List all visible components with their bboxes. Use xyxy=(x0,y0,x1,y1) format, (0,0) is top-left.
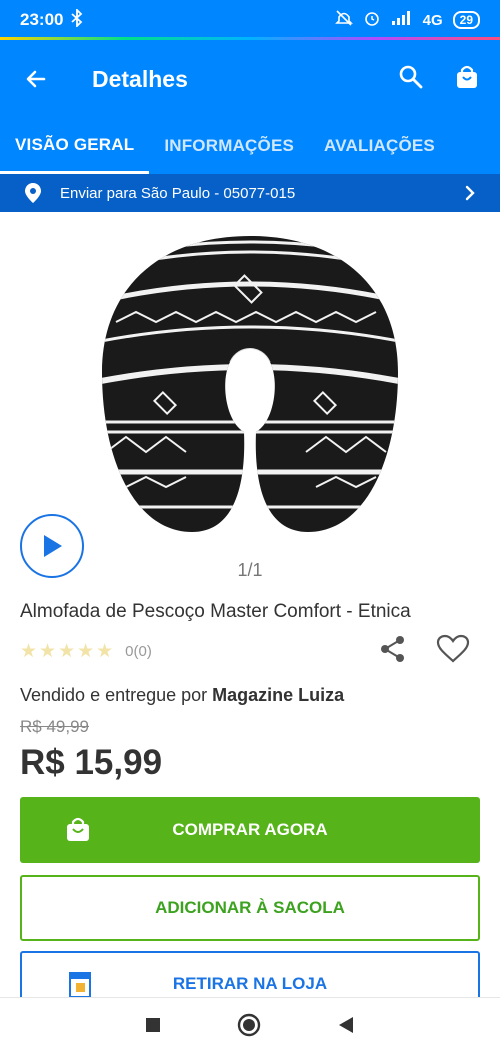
page-title: Detalhes xyxy=(92,65,188,92)
old-price: R$ 49,99 xyxy=(20,717,89,736)
product-gallery[interactable]: 1/1 xyxy=(0,212,500,592)
square-icon xyxy=(146,1017,160,1032)
alarm-icon xyxy=(363,9,381,31)
home-button[interactable] xyxy=(237,1013,261,1042)
home-circle-icon xyxy=(237,1013,261,1036)
product-title: Almofada de Pescoço Master Comfort - Etn… xyxy=(20,601,411,622)
bluetooth-icon xyxy=(71,7,83,32)
shipping-label: Enviar para São Paulo - 05077-015 xyxy=(60,184,296,202)
cart-button[interactable] xyxy=(454,64,480,95)
system-nav-bar xyxy=(0,997,500,1056)
shopping-bag-icon xyxy=(457,65,477,88)
mute-icon xyxy=(334,9,353,31)
search-button[interactable] xyxy=(398,64,424,95)
rating-stars: ★★★★★ xyxy=(20,641,116,662)
rating-count: 0(0) xyxy=(125,643,152,660)
shipping-location-bar[interactable]: Enviar para São Paulo - 05077-015 xyxy=(0,174,500,212)
seller-name: Magazine Luiza xyxy=(212,685,345,705)
share-icon xyxy=(381,636,404,662)
shopping-bag-icon xyxy=(20,817,136,843)
gallery-counter: 1/1 xyxy=(237,560,263,580)
seller-prefix: Vendido e entregue por xyxy=(20,685,213,705)
signal-icon xyxy=(391,10,413,30)
recents-button[interactable] xyxy=(145,1017,161,1038)
chevron-right-icon xyxy=(465,185,475,201)
location-pin-icon xyxy=(25,183,41,203)
status-bar: 23:00 4G 29 xyxy=(0,0,500,40)
store-icon xyxy=(22,969,138,999)
pickup-label: RETIRAR NA LOJA xyxy=(172,974,328,993)
battery-icon: 29 xyxy=(452,11,480,29)
heart-icon xyxy=(436,634,470,663)
back-nav-button[interactable] xyxy=(337,1016,355,1039)
add-to-bag-button[interactable]: ADICIONAR À SACOLA xyxy=(20,875,480,941)
current-price: R$ 15,99 xyxy=(20,743,163,782)
buy-now-button[interactable]: COMPRAR AGORA xyxy=(20,797,480,863)
tab-avaliacoes[interactable]: AVALIAÇÕES xyxy=(309,118,450,174)
tab-informacoes[interactable]: INFORMAÇÕES xyxy=(149,118,309,174)
product-image xyxy=(102,236,398,532)
network-type: 4G xyxy=(422,11,443,29)
share-button[interactable] xyxy=(378,634,408,669)
play-icon xyxy=(44,535,62,557)
favorite-button[interactable] xyxy=(436,634,470,669)
tab-bar: VISÃO GERAL INFORMAÇÕES AVALIAÇÕES xyxy=(0,118,500,174)
tab-visao-geral[interactable]: VISÃO GERAL xyxy=(0,118,150,174)
search-icon xyxy=(399,65,423,88)
buy-now-label: COMPRAR AGORA xyxy=(172,820,328,839)
status-time: 23:00 xyxy=(20,10,64,29)
app-bar: Detalhes xyxy=(0,40,500,118)
back-button[interactable] xyxy=(0,67,72,91)
triangle-back-icon xyxy=(339,1016,353,1033)
seller-info: Vendido e entregue por Magazine Luiza xyxy=(20,685,344,706)
arrow-left-icon xyxy=(26,70,46,88)
rating-summary[interactable]: ★★★★★ 0(0) xyxy=(20,640,152,663)
